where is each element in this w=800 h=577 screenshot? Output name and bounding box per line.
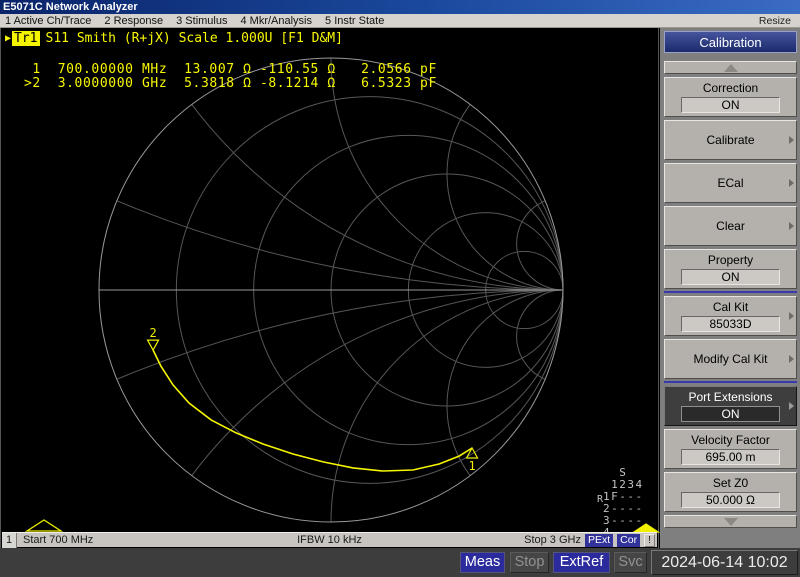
softkey-set-z0[interactable]: Set Z0 50.000 Ω: [664, 472, 797, 512]
softkey-group-separator: [664, 291, 797, 293]
softkey-label: Velocity Factor: [691, 433, 770, 447]
softkey-scroll-up-button[interactable]: [664, 61, 797, 74]
softkey-value: 695.00 m: [681, 449, 780, 465]
marker-2-label: 2: [149, 326, 156, 340]
trace-tr1: [152, 349, 473, 472]
stimulus-marker-1-icon: [24, 519, 64, 532]
indicator-stop: Stop: [510, 552, 549, 573]
indicator-meas: Meas: [460, 552, 505, 573]
submenu-arrow-icon: [789, 222, 794, 230]
menu-item-1-active-ch-trace[interactable]: 1 Active Ch/Trace: [5, 15, 91, 27]
softkey-value: ON: [681, 97, 780, 113]
indicator-extref: ExtRef: [553, 552, 610, 573]
softkey-label: Cal Kit: [712, 300, 749, 314]
ifbw-label: IFBW 10 kHz: [297, 534, 362, 546]
marker-1-label: 1: [468, 459, 475, 473]
softkey-label: Set Z0: [712, 476, 749, 490]
smith-graticule: [98, 57, 564, 523]
submenu-arrow-icon: [789, 355, 794, 363]
softkey-sidebar: Calibration Correction ON Calibrate ECal Cle…: [660, 28, 800, 548]
sparam-receiver-label: R: [597, 494, 604, 505]
menu-bar: 1 Active Ch/Trace 2 Response 3 Stimulus 4 M…: [0, 14, 800, 28]
softkey-value: 85033D: [681, 316, 780, 332]
sweep-start-label: Start 700 MHz: [23, 534, 94, 546]
softkey-value: ON: [681, 269, 780, 285]
clock: 2024-06-14 10:02: [651, 550, 798, 575]
softkey-label: Clear: [716, 219, 745, 233]
reactance-arcs: [99, 58, 563, 522]
softkey-label: Port Extensions: [688, 390, 773, 404]
softkey-property[interactable]: Property ON: [664, 249, 797, 289]
softkey-clear[interactable]: Clear: [664, 206, 797, 246]
title-bar: E5071C Network Analyzer: [0, 0, 800, 14]
softkey-list: Correction ON Calibrate ECal Clear Property ON…: [664, 77, 797, 512]
softkey-label: Modify Cal Kit: [693, 352, 768, 366]
smith-chart: 12: [24, 57, 660, 533]
trace-format-text: S11 Smith (R+jX) Scale 1.000U [F1 D&M]: [45, 31, 343, 46]
menu-item-2-response[interactable]: 2 Response: [104, 15, 163, 27]
channel-status-bar: 1 Start 700 MHz IFBW 10 kHz Stop 3 GHz P…: [2, 532, 657, 548]
active-trace-pointer-icon: ▶: [5, 33, 12, 44]
trace-status-line[interactable]: ▶ Tr1 S11 Smith (R+jX) Scale 1.000U [F1 …: [5, 31, 343, 46]
triangle-down-icon: [723, 517, 738, 526]
submenu-arrow-icon: [789, 136, 794, 144]
softkey-modify-cal-kit[interactable]: Modify Cal Kit: [664, 339, 797, 379]
softkey-calibrate[interactable]: Calibrate: [664, 120, 797, 160]
softkey-port-extensions[interactable]: Port Extensions ON: [664, 386, 797, 426]
reactance-arc-x-0.2: [99, 289, 563, 522]
softkey-label: Calibrate: [706, 133, 755, 147]
softkey-correction[interactable]: Correction ON: [664, 77, 797, 117]
softkey-velocity-factor[interactable]: Velocity Factor 695.00 m: [664, 429, 797, 469]
softkey-cal-kit[interactable]: Cal Kit 85033D: [664, 296, 797, 336]
marker-2-triangle-icon: [146, 339, 160, 352]
softkey-value: 50.000 Ω: [681, 492, 780, 508]
submenu-arrow-icon: [789, 402, 794, 410]
marker-readout: 1 700.00000 MHz 13.007 Ω -110.55 Ω 2.056…: [24, 62, 437, 91]
reactance-arc-x2: [446, 58, 563, 291]
status-badges: PExt Cor!: [584, 533, 655, 547]
status-badge-cor: Cor: [617, 533, 641, 547]
submenu-arrow-icon: [789, 312, 794, 320]
menu-items: 1 Active Ch/Trace 2 Response 3 Stimulus 4 M…: [0, 15, 759, 27]
instrument-display: 12 ▶ Tr1 S11 Smith (R+jX) Scale 1.000U […: [0, 28, 660, 548]
softkey-ecal[interactable]: ECal: [664, 163, 797, 203]
softkey-scroll-down-button[interactable]: [664, 515, 797, 528]
reactance-arc-x-0.5: [99, 289, 563, 522]
softkey-label: ECal: [717, 176, 744, 190]
softkey-label: Correction: [702, 81, 759, 95]
status-badge-pext: PExt: [584, 533, 614, 547]
status-badge-: !: [644, 533, 655, 547]
trace-name-badge[interactable]: Tr1: [12, 31, 40, 46]
submenu-arrow-icon: [789, 179, 794, 187]
softkey-value: ON: [681, 406, 780, 422]
channel-number-box: 1: [2, 532, 17, 548]
triangle-up-icon: [723, 63, 738, 72]
menu-item-3-stimulus[interactable]: 3 Stimulus: [176, 15, 227, 27]
instrument-status-bar: Meas Stop ExtRef Svc 2024-06-14 10:02: [0, 548, 800, 577]
marker-2[interactable]: 2: [146, 326, 160, 352]
indicator-svc: Svc: [614, 552, 647, 573]
menu-item-4-mkr-analysis[interactable]: 4 Mkr/Analysis: [240, 15, 312, 27]
softkey-label: Property: [707, 253, 754, 267]
softkey-group-separator: [664, 381, 797, 383]
window-title: E5071C Network Analyzer: [3, 1, 138, 13]
status-bar-right: Stop 3 GHz PExt Cor!: [524, 533, 657, 547]
menu-item-5-instr-state[interactable]: 5 Instr State: [325, 15, 384, 27]
application-window: E5071C Network Analyzer 1 Active Ch/Trac…: [0, 0, 800, 577]
resize-control[interactable]: Resize: [759, 15, 800, 27]
softkey-menu-title: Calibration: [664, 31, 797, 53]
sparam-status-lines: S 1234 1F--- 2---- 3---- 4----: [603, 466, 644, 539]
sweep-stop-label: Stop 3 GHz: [524, 534, 581, 546]
